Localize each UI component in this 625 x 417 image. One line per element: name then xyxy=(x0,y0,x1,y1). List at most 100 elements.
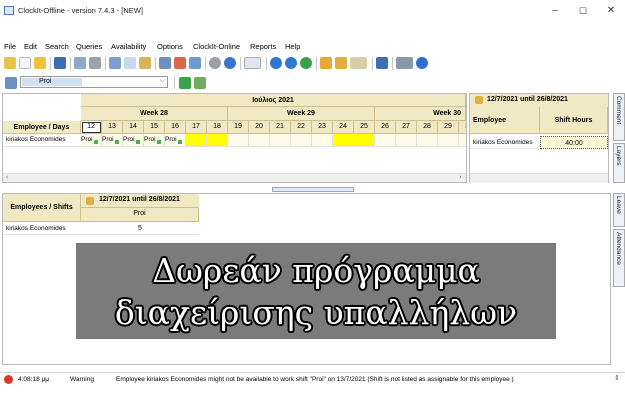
status-scroll-icon[interactable]: ⇕ xyxy=(614,374,620,382)
menu-file[interactable]: File xyxy=(4,42,16,51)
tag-dropdown-icon[interactable] xyxy=(396,57,413,69)
screen-icon[interactable] xyxy=(376,57,388,69)
edit-icon[interactable] xyxy=(4,57,16,69)
week-label: Week 28 xyxy=(81,107,228,121)
day-header[interactable]: 22 xyxy=(291,121,312,134)
arrow-up-icon[interactable] xyxy=(270,57,282,69)
day-header[interactable]: 18 xyxy=(207,121,228,134)
day-header[interactable]: 28 xyxy=(417,121,438,134)
schedule-cell[interactable]: Proi xyxy=(102,134,123,147)
gray-circle-icon[interactable] xyxy=(209,57,221,69)
print-icon[interactable] xyxy=(89,57,101,69)
copy-icon[interactable] xyxy=(124,57,136,69)
globe-icon[interactable] xyxy=(224,57,236,69)
person-icon[interactable] xyxy=(320,57,332,69)
find-icon[interactable] xyxy=(159,57,171,69)
day-header[interactable]: 19 xyxy=(228,121,249,134)
menu-reports[interactable]: Reports xyxy=(250,42,276,51)
day-header[interactable]: 16 xyxy=(165,121,186,134)
schedule-cell[interactable] xyxy=(354,134,375,147)
day-header[interactable]: 30 xyxy=(459,121,466,134)
menu-availability[interactable]: Availability xyxy=(111,42,146,51)
horizontal-scrollbar[interactable]: ‹ › xyxy=(3,173,466,182)
status-message: Employee kiriakos Economides might not b… xyxy=(116,376,514,383)
save-icon[interactable] xyxy=(54,57,66,69)
day-header[interactable]: 29 xyxy=(438,121,459,134)
schedule-cell[interactable] xyxy=(396,134,417,147)
scroll-left-icon[interactable]: ‹ xyxy=(6,174,8,181)
minimize-button[interactable]: – xyxy=(540,2,570,20)
day-header[interactable]: 23 xyxy=(312,121,333,134)
lock-icon[interactable] xyxy=(335,57,347,69)
schedule-cell[interactable] xyxy=(417,134,438,147)
menu-clockit-online[interactable]: ClockIt-Online xyxy=(193,42,240,51)
shift-column: Proi xyxy=(81,208,199,222)
schedule-cell[interactable]: Proi xyxy=(144,134,165,147)
tab-comment[interactable]: Comment xyxy=(613,93,625,141)
schedule-cell[interactable] xyxy=(438,134,459,147)
day-header[interactable]: 24 xyxy=(333,121,354,134)
day-header[interactable]: 12 xyxy=(81,121,102,134)
schedule-cell[interactable] xyxy=(228,134,249,147)
schedule-cell[interactable] xyxy=(459,134,466,147)
day-header[interactable]: 17 xyxy=(186,121,207,134)
tab-leave[interactable]: Leave xyxy=(613,193,625,227)
help-icon[interactable] xyxy=(416,57,428,69)
month-label: Ιούλιος 2021 xyxy=(81,94,466,107)
schedule-cell[interactable] xyxy=(312,134,333,147)
menu-options[interactable]: Options xyxy=(157,42,183,51)
replace-icon[interactable] xyxy=(174,57,186,69)
day-header[interactable]: 14 xyxy=(123,121,144,134)
day-header[interactable]: 21 xyxy=(270,121,291,134)
menu-help[interactable]: Help xyxy=(285,42,300,51)
schedule-cell[interactable] xyxy=(207,134,228,147)
hours-employee: kiriakos Economides xyxy=(470,136,540,149)
tab-attendance[interactable]: Attendance xyxy=(613,229,625,287)
new-file-icon[interactable] xyxy=(19,57,31,69)
tools-icon[interactable] xyxy=(189,57,201,69)
pencil-icon[interactable] xyxy=(5,77,17,89)
paste-icon[interactable] xyxy=(139,57,151,69)
schedule-cell[interactable]: Proi xyxy=(165,134,186,147)
schedule-cell[interactable]: Proi xyxy=(81,134,102,147)
day-header[interactable]: 25 xyxy=(354,121,375,134)
menu-edit[interactable]: Edit xyxy=(24,42,37,51)
day-header[interactable]: 26 xyxy=(375,121,396,134)
schedule-cell[interactable] xyxy=(249,134,270,147)
menu-search[interactable]: Search xyxy=(45,42,69,51)
window-title: ClockIt-Offline - version 7.4.3 - [NEW] xyxy=(18,6,143,15)
status-level: Warning xyxy=(70,376,94,383)
banner-line-1: Δωρεάν πρόγραμμα xyxy=(152,251,480,290)
week-label: Week 29 xyxy=(228,107,375,121)
shift-select[interactable]: Proi ⌵ xyxy=(20,76,168,88)
day-header[interactable]: 20 xyxy=(249,121,270,134)
assignment-marker-icon xyxy=(177,140,182,144)
shifts-period: 12/7/2021 until 26/8/2021 xyxy=(81,194,199,208)
day-header[interactable]: 15 xyxy=(144,121,165,134)
menu-queries[interactable]: Queries xyxy=(76,42,102,51)
panel-scrollbar[interactable] xyxy=(470,173,608,183)
schedule-cell[interactable] xyxy=(186,134,207,147)
employees-dropdown-icon[interactable] xyxy=(350,57,367,69)
print-preview-icon[interactable] xyxy=(74,57,86,69)
grid-dropdown-icon[interactable] xyxy=(244,57,261,69)
day-header[interactable]: 27 xyxy=(396,121,417,134)
close-button[interactable]: ✕ xyxy=(596,2,625,20)
open-folder-icon[interactable] xyxy=(34,57,46,69)
schedule-cell[interactable] xyxy=(333,134,354,147)
arrow-down-icon[interactable] xyxy=(285,57,297,69)
scroll-right-icon[interactable]: › xyxy=(459,174,461,181)
dollar-icon[interactable] xyxy=(179,77,191,89)
hours-value[interactable]: 40:00 xyxy=(540,136,608,149)
maximize-button[interactable]: ☐ xyxy=(568,2,598,20)
cut-icon[interactable] xyxy=(109,57,121,69)
tab-layers[interactable]: Layers xyxy=(613,143,625,183)
schedule-cell[interactable]: Proi xyxy=(123,134,144,147)
schedule-cell[interactable] xyxy=(375,134,396,147)
splitter-handle[interactable] xyxy=(272,187,354,192)
check-icon[interactable] xyxy=(300,57,312,69)
schedule-cell[interactable] xyxy=(291,134,312,147)
day-header[interactable]: 13 xyxy=(102,121,123,134)
schedule-cell[interactable] xyxy=(270,134,291,147)
calculator-icon[interactable] xyxy=(194,77,206,89)
